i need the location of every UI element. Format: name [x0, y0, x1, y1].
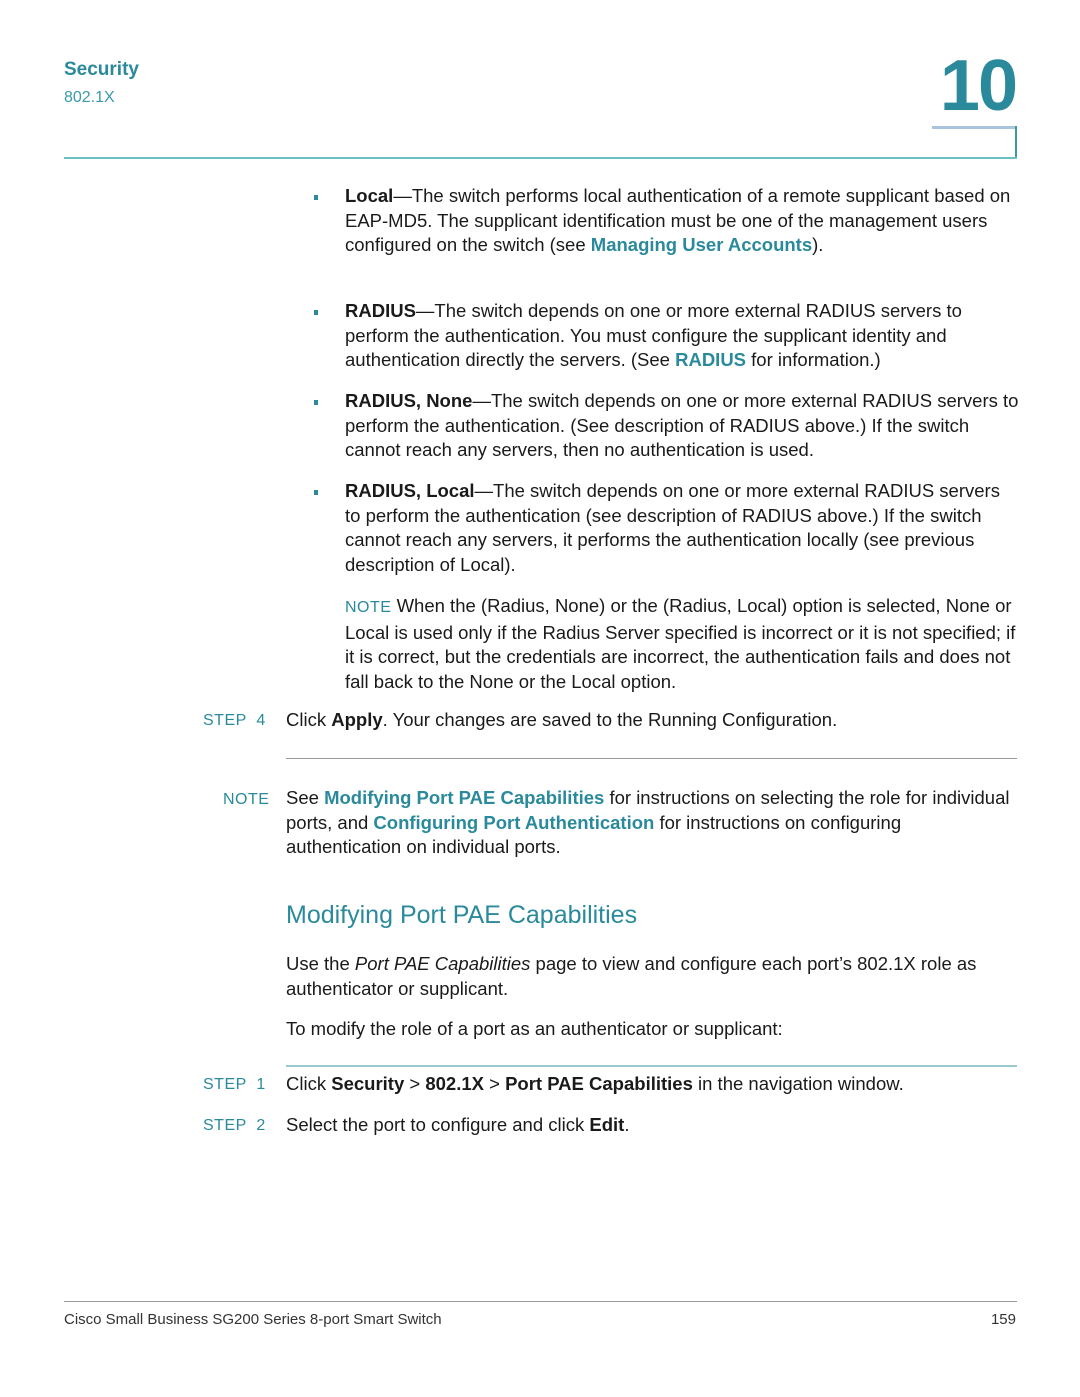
step-text: Click	[286, 709, 332, 730]
ui-term-apply: Apply	[331, 709, 383, 730]
link-modifying-port-pae-capabilities[interactable]: Modifying Port PAE Capabilities	[324, 787, 604, 808]
nav-term-8021x: 802.1X	[425, 1073, 484, 1094]
chapter-box-right-rule	[1015, 126, 1017, 158]
step-text: .	[624, 1114, 630, 1135]
procedure-divider	[286, 1065, 1017, 1067]
step-4-label: STEP 4	[203, 712, 266, 729]
page-name-italic: Port PAE Capabilities	[354, 953, 531, 974]
nav-separator: >	[404, 1073, 426, 1094]
note-text-part: See	[286, 787, 325, 808]
step-1-label: STEP 1	[203, 1076, 266, 1093]
link-configuring-port-authentication[interactable]: Configuring Port Authentication	[373, 812, 654, 833]
footer-title: Cisco Small Business SG200 Series 8-port…	[64, 1311, 442, 1328]
link-radius[interactable]: RADIUS	[675, 349, 746, 370]
bullet-item-radius-local: RADIUS, Local—The switch depends on one …	[345, 479, 1020, 578]
bullet-term: RADIUS, Local	[345, 480, 475, 501]
step-text: in the navigation window.	[692, 1073, 904, 1094]
nav-separator: >	[483, 1073, 506, 1094]
bullet-marker-icon	[314, 400, 318, 405]
bullet-term: RADIUS	[345, 300, 416, 321]
bullet-text-end: for information.)	[746, 349, 881, 371]
link-managing-user-accounts[interactable]: Managing User Accounts	[591, 234, 812, 255]
bullet-term: Local	[345, 185, 394, 206]
running-header-subsection: 802.1X	[64, 89, 115, 106]
step-1-text: Click Security > 802.1X > Port PAE Capab…	[286, 1072, 1021, 1097]
page-number: 159	[990, 1311, 1016, 1328]
section-lead: To modify the role of a port as an authe…	[286, 1018, 783, 1039]
chapter-box-top-rule	[932, 126, 1017, 129]
chapter-number: 10	[939, 46, 1018, 126]
bullet-marker-icon	[314, 490, 318, 495]
bullet-item-radius: RADIUS—The switch depends on one or more…	[345, 299, 1020, 373]
bullet-item-local: Local—The switch performs local authenti…	[345, 184, 1020, 258]
inner-note: NOTE When the (Radius, None) or the (Rad…	[345, 594, 1020, 695]
intro-text: Use the	[286, 953, 355, 974]
bullet-marker-icon	[314, 195, 318, 200]
step-divider	[286, 758, 1017, 759]
nav-term-security: Security	[331, 1073, 405, 1094]
bullet-term: RADIUS, None	[345, 390, 473, 411]
bullet-marker-icon	[314, 310, 318, 315]
note-text: When the (Radius, None) or the (Radius, …	[345, 595, 1016, 693]
note-label: NOTE	[223, 791, 270, 808]
note-label: NOTE	[345, 599, 392, 616]
bullet-item-radius-none: RADIUS, None—The switch depends on one o…	[345, 389, 1020, 463]
header-rule	[64, 157, 1017, 159]
section-heading: Modifying Port PAE Capabilities	[286, 901, 638, 929]
step-text: Click	[286, 1073, 332, 1094]
step-2-text: Select the port to configure and click E…	[286, 1113, 1021, 1138]
step-4-text: Click Apply. Your changes are saved to t…	[286, 708, 1021, 733]
note-text: See Modifying Port PAE Capabilities for …	[286, 786, 1016, 860]
section-intro: Use the Port PAE Capabilities page to vi…	[286, 952, 1021, 1001]
step-2-label: STEP 2	[203, 1117, 266, 1134]
step-text: Select the port to configure and click	[286, 1114, 590, 1135]
running-header-section: Security	[64, 59, 139, 80]
footer-rule	[64, 1301, 1017, 1302]
nav-term-port-pae-capabilities: Port PAE Capabilities	[505, 1073, 693, 1094]
ui-term-edit: Edit	[589, 1114, 625, 1135]
bullet-text-end: ).	[812, 234, 824, 256]
step-text: . Your changes are saved to the Running …	[382, 709, 838, 730]
